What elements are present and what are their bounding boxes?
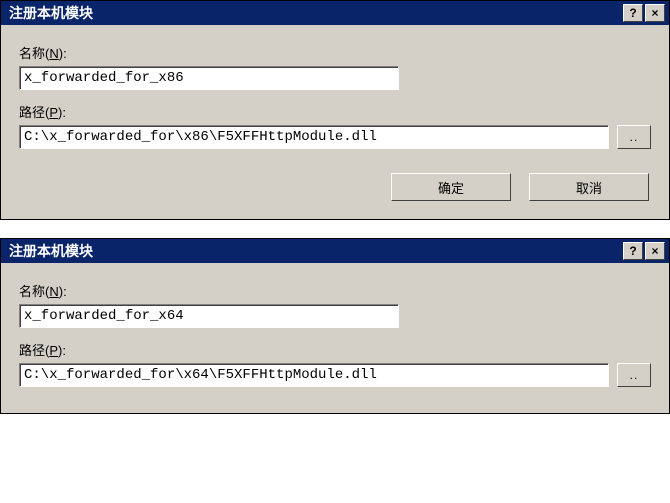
path-label: 路径(P): [19, 102, 651, 121]
name-label: 名称(N): [19, 43, 651, 62]
close-button[interactable]: × [645, 4, 665, 22]
register-module-dialog-2: 注册本机模块 ? × 名称(N): x_forwarded_for_x64 路径… [0, 238, 670, 414]
ok-button[interactable]: 确定 [391, 173, 511, 201]
path-label: 路径(P): [19, 340, 651, 359]
name-field-row: 名称(N): x_forwarded_for_x86 [19, 43, 651, 90]
path-input[interactable]: C:\x_forwarded_for\x86\F5XFFHttpModule.d… [19, 125, 609, 149]
path-field-row: 路径(P): C:\x_forwarded_for\x64\F5XFFHttpM… [19, 340, 651, 387]
path-row: C:\x_forwarded_for\x86\F5XFFHttpModule.d… [19, 125, 651, 149]
name-input[interactable]: x_forwarded_for_x64 [19, 304, 399, 328]
path-row: C:\x_forwarded_for\x64\F5XFFHttpModule.d… [19, 363, 651, 387]
close-button[interactable]: × [645, 242, 665, 260]
register-module-dialog-1: 注册本机模块 ? × 名称(N): x_forwarded_for_x86 路径… [0, 0, 670, 220]
browse-button[interactable]: .. [617, 363, 651, 387]
dialog-body: 名称(N): x_forwarded_for_x64 路径(P): C:\x_f… [1, 263, 669, 413]
titlebar-buttons: ? × [623, 4, 665, 22]
dialog-body: 名称(N): x_forwarded_for_x86 路径(P): C:\x_f… [1, 25, 669, 219]
button-row: 确定 取消 [19, 173, 651, 201]
titlebar: 注册本机模块 ? × [1, 239, 669, 263]
titlebar: 注册本机模块 ? × [1, 1, 669, 25]
titlebar-buttons: ? × [623, 242, 665, 260]
path-field-row: 路径(P): C:\x_forwarded_for\x86\F5XFFHttpM… [19, 102, 651, 149]
help-button[interactable]: ? [623, 242, 643, 260]
name-field-row: 名称(N): x_forwarded_for_x64 [19, 281, 651, 328]
browse-button[interactable]: .. [617, 125, 651, 149]
name-input[interactable]: x_forwarded_for_x86 [19, 66, 399, 90]
help-button[interactable]: ? [623, 4, 643, 22]
dialog-title: 注册本机模块 [9, 241, 93, 261]
dialog-title: 注册本机模块 [9, 3, 93, 23]
path-input[interactable]: C:\x_forwarded_for\x64\F5XFFHttpModule.d… [19, 363, 609, 387]
name-label: 名称(N): [19, 281, 651, 300]
cancel-button[interactable]: 取消 [529, 173, 649, 201]
